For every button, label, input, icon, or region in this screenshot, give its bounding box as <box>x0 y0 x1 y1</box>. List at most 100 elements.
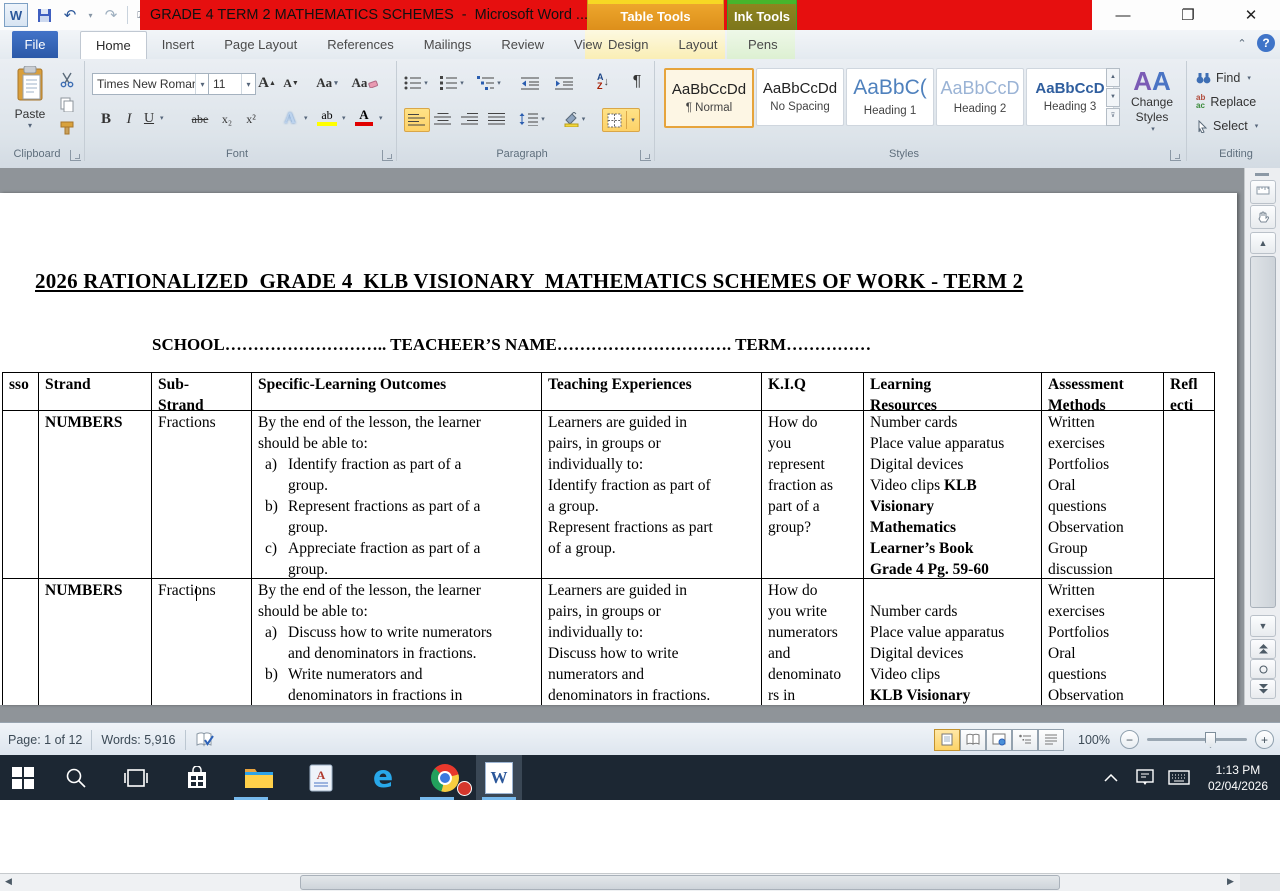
col-header-strand[interactable]: Strand <box>39 373 152 411</box>
zoom-slider-thumb[interactable] <box>1205 732 1216 748</box>
start-button[interactable] <box>0 755 46 800</box>
style-normal[interactable]: AaBbCcDd ¶ Normal <box>664 68 754 128</box>
text-effects-dropdown-icon[interactable]: ▾ <box>304 114 308 122</box>
col-header-assessment[interactable]: Assessment Methods <box>1042 373 1164 411</box>
col-header-resources[interactable]: Learning Resources <box>864 373 1042 411</box>
bold-button[interactable]: B <box>96 108 116 130</box>
col-header-teaching[interactable]: Teaching Experiences <box>542 373 762 411</box>
font-size-combo[interactable]: 11▾ <box>208 73 256 95</box>
sort-button[interactable]: AZ↓ <box>590 70 616 94</box>
change-case-button[interactable]: Aa▾ <box>312 72 342 94</box>
tab-insert[interactable]: Insert <box>147 31 210 59</box>
cell-outcomes[interactable]: By the end of the lesson, the learner sh… <box>252 579 542 705</box>
word-taskbar-button[interactable]: W <box>476 755 522 800</box>
gallery-scroll-down[interactable]: ▼ <box>1106 88 1120 107</box>
scroll-left-arrow[interactable]: ◀ <box>0 874 17 889</box>
minimize-button[interactable]: — <box>1100 0 1146 30</box>
taskbar-clock[interactable]: 1:13 PM 02/04/2026 <box>1196 762 1280 794</box>
cell-resources[interactable]: Number cards Place value apparatus Digit… <box>864 579 1042 705</box>
tab-mailings[interactable]: Mailings <box>409 31 487 59</box>
superscript-button[interactable]: x² <box>240 108 262 130</box>
tab-design[interactable]: Design <box>593 31 663 59</box>
font-color-button[interactable]: A <box>352 108 376 130</box>
undo-dropdown[interactable]: ▾ <box>86 5 95 25</box>
pan-hand-icon[interactable] <box>1250 205 1276 229</box>
decrease-indent-button[interactable] <box>518 72 542 94</box>
gallery-scroll-up[interactable]: ▲ <box>1106 68 1120 87</box>
save-button[interactable] <box>34 5 54 25</box>
document-a-app-button[interactable]: A <box>290 755 352 800</box>
cell-assessment[interactable]: Written exercises Portfolios Oral questi… <box>1042 411 1164 579</box>
horizontal-scroll-thumb[interactable] <box>300 875 1060 890</box>
word-app-icon[interactable]: W <box>4 3 28 27</box>
tab-references[interactable]: References <box>312 31 408 59</box>
outline-view-button[interactable] <box>1012 729 1038 751</box>
scroll-right-arrow[interactable]: ▶ <box>1222 874 1239 889</box>
cell-substrand[interactable]: Fractions <box>152 411 252 579</box>
strikethrough-button[interactable]: abe <box>186 108 214 130</box>
select-browse-object-button[interactable] <box>1250 659 1276 679</box>
cell-strand[interactable]: NUMBERS <box>39 411 152 579</box>
style-heading-2[interactable]: AaBbCcD Heading 2 <box>936 68 1024 126</box>
cell-kiq[interactable]: How do you represent fraction as part of… <box>762 411 864 579</box>
justify-button[interactable] <box>485 108 509 130</box>
italic-button[interactable]: I <box>120 108 138 130</box>
vertical-scroll-thumb[interactable] <box>1250 256 1276 608</box>
show-paragraph-marks-button[interactable]: ¶ <box>626 70 648 94</box>
style-heading-3[interactable]: AaBbCcD Heading 3 <box>1026 68 1114 126</box>
action-center-icon[interactable] <box>1128 755 1162 800</box>
paragraph-dialog-launcher[interactable] <box>640 150 651 161</box>
col-header-kiq[interactable]: K.I.Q <box>762 373 864 411</box>
replace-button[interactable]: abac Replace <box>1196 90 1258 114</box>
paste-button[interactable]: Paste ▾ <box>10 66 50 144</box>
style-heading-1[interactable]: AaBbC( Heading 1 <box>846 68 934 126</box>
col-header-lesson[interactable]: sso <box>3 373 39 411</box>
align-left-button[interactable] <box>404 108 430 132</box>
borders-button[interactable]: ▾ <box>602 108 640 132</box>
help-icon[interactable]: ? <box>1257 34 1275 52</box>
web-layout-view-button[interactable] <box>986 729 1012 751</box>
task-view-button[interactable] <box>106 755 166 800</box>
highlight-button[interactable]: ab <box>314 108 340 130</box>
scroll-up-arrow[interactable]: ▲ <box>1250 232 1276 254</box>
cell-teaching[interactable]: Learners are guided in pairs, in groups … <box>542 411 762 579</box>
spellcheck-icon[interactable] <box>195 732 215 748</box>
cell-lesson[interactable] <box>3 579 39 705</box>
cell-reflection[interactable] <box>1164 579 1215 705</box>
zoom-level[interactable]: 100% <box>1078 733 1110 747</box>
select-button[interactable]: Select▾ <box>1196 114 1258 138</box>
style-no-spacing[interactable]: AaBbCcDd No Spacing <box>756 68 844 126</box>
cell-resources[interactable]: Number cards Place value apparatus Digit… <box>864 411 1042 579</box>
file-explorer-button[interactable] <box>228 755 290 800</box>
view-ruler-toggle[interactable] <box>1250 180 1276 204</box>
draft-view-button[interactable] <box>1038 729 1064 751</box>
hidden-icons-chevron[interactable] <box>1094 755 1128 800</box>
collapse-ribbon-icon[interactable]: ⌃ <box>1234 36 1250 52</box>
cell-teaching[interactable]: Learners are guided in pairs, in groups … <box>542 579 762 705</box>
zoom-out-button[interactable]: − <box>1120 730 1139 749</box>
styles-dialog-launcher[interactable] <box>1170 150 1181 161</box>
cell-reflection[interactable] <box>1164 411 1215 579</box>
col-header-substrand[interactable]: Sub- Strand <box>152 373 252 411</box>
touch-keyboard-icon[interactable] <box>1162 755 1196 800</box>
copy-button[interactable] <box>56 94 78 114</box>
underline-dropdown-icon[interactable]: ▾ <box>160 114 164 122</box>
close-button[interactable]: ✕ <box>1228 0 1274 30</box>
cell-strand[interactable]: NUMBERS <box>39 579 152 705</box>
gallery-expand[interactable]: ⊽ <box>1106 108 1120 126</box>
font-dialog-launcher[interactable] <box>382 150 393 161</box>
increase-indent-button[interactable] <box>552 72 576 94</box>
cell-outcomes[interactable]: By the end of the lesson, the learner sh… <box>252 411 542 579</box>
fullscreen-reading-view-button[interactable] <box>960 729 986 751</box>
numbering-button[interactable]: ▾ <box>440 72 464 94</box>
align-center-button[interactable] <box>431 108 455 130</box>
zoom-slider[interactable] <box>1147 738 1247 741</box>
cell-assessment[interactable]: Written exercises Portfolios Oral questi… <box>1042 579 1164 705</box>
tab-pens[interactable]: Pens <box>733 31 793 59</box>
highlight-dropdown-icon[interactable]: ▾ <box>342 114 346 122</box>
restore-button[interactable]: ❐ <box>1165 0 1211 30</box>
format-painter-button[interactable] <box>56 118 78 138</box>
split-handle[interactable] <box>1255 173 1269 176</box>
edge-button[interactable]: e <box>352 755 414 800</box>
shrink-font-button[interactable]: A▼ <box>280 72 302 94</box>
